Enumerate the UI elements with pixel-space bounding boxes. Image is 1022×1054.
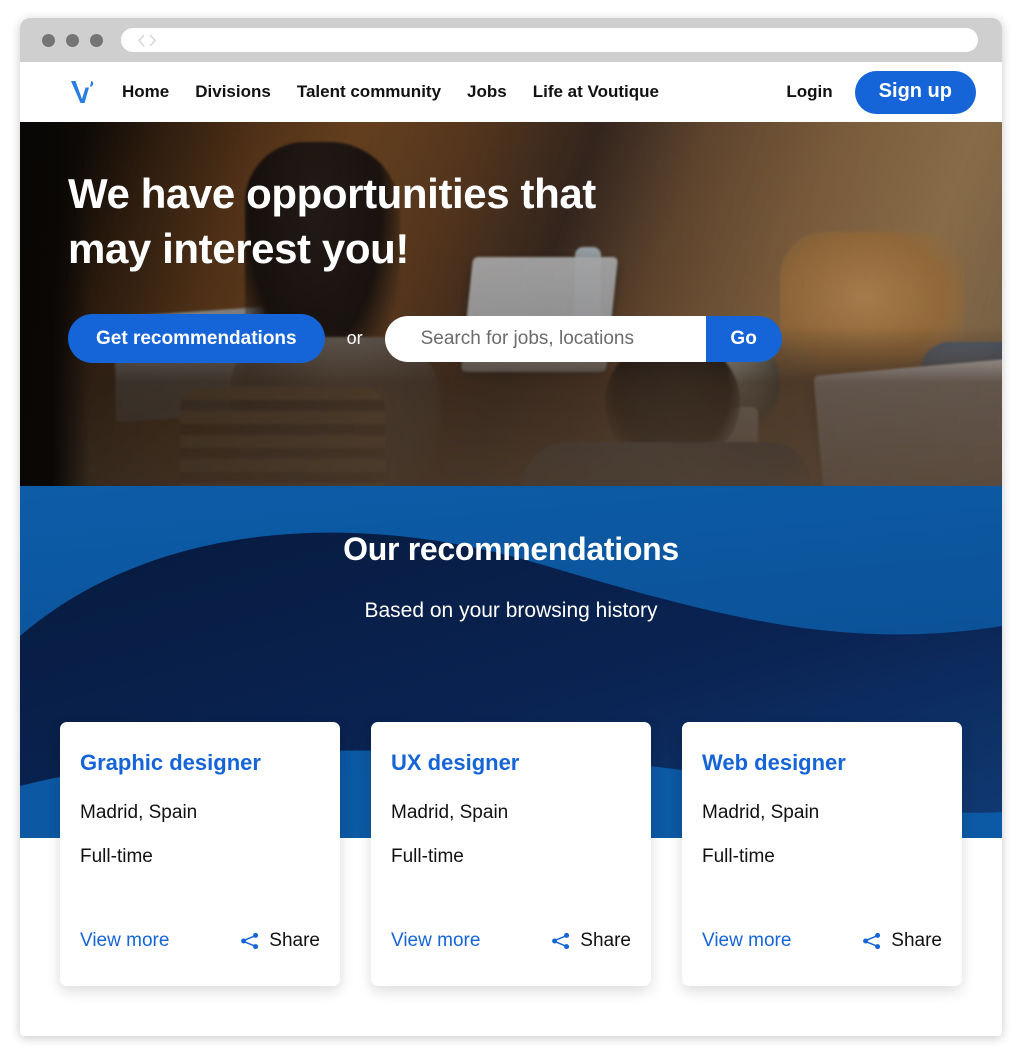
view-more-link[interactable]: View more (702, 930, 791, 952)
job-search-input[interactable] (384, 315, 706, 362)
or-separator-label: or (346, 328, 363, 348)
close-window-button[interactable] (42, 33, 55, 47)
recommendations-subtitle: Based on your browsing history (364, 599, 658, 622)
job-card[interactable]: Web designer Madrid, Spain Full-time Vie… (682, 722, 962, 986)
job-card-actions: View more Share (702, 930, 942, 952)
job-card[interactable]: UX designer Madrid, Spain Full-time View… (371, 722, 651, 986)
view-more-link[interactable]: View more (80, 930, 169, 952)
share-button[interactable]: Share (862, 930, 942, 952)
share-button[interactable]: Share (551, 930, 631, 952)
browser-titlebar (20, 18, 1002, 62)
job-cards-list: Graphic designer Madrid, Spain Full-time… (20, 722, 1002, 1022)
share-icon (241, 932, 259, 950)
share-button[interactable]: Share (240, 930, 320, 952)
maximize-window-button[interactable] (90, 33, 103, 47)
search-go-button[interactable]: Go (705, 315, 782, 362)
nav-links: Home Divisions Talent community Jobs Lif… (122, 82, 659, 102)
minimize-window-button[interactable] (66, 33, 79, 47)
job-employment-type: Full-time (391, 846, 464, 867)
hero-cta-row: Get recommendations or Go (68, 314, 1002, 363)
chevron-right-icon (149, 34, 156, 46)
share-icon (552, 932, 570, 950)
hero-title-line-1: We have opportunities that (68, 170, 596, 217)
job-card[interactable]: Graphic designer Madrid, Spain Full-time… (60, 722, 340, 986)
share-label: Share (269, 930, 320, 951)
nav-item-home[interactable]: Home (122, 82, 169, 102)
get-recommendations-button[interactable]: Get recommendations (68, 314, 325, 363)
nav-item-life-at-voutique[interactable]: Life at Voutique (533, 82, 659, 102)
url-bar[interactable] (121, 28, 978, 52)
job-card-actions: View more Share (391, 930, 631, 952)
job-title-link[interactable]: UX designer (391, 750, 631, 776)
job-location: Madrid, Spain (391, 802, 509, 823)
share-label: Share (891, 930, 942, 951)
nav-right-actions: Login Sign up (786, 70, 976, 114)
nav-item-divisions[interactable]: Divisions (195, 82, 271, 102)
nav-item-talent-community[interactable]: Talent community (297, 82, 441, 102)
view-more-link[interactable]: View more (391, 930, 480, 952)
nav-item-jobs[interactable]: Jobs (467, 82, 507, 102)
job-card-actions: View more Share (80, 930, 320, 952)
site-navbar: Home Divisions Talent community Jobs Lif… (20, 62, 1002, 122)
signup-button[interactable]: Sign up (854, 70, 976, 114)
job-title-link[interactable]: Web designer (702, 750, 942, 776)
job-location: Madrid, Spain (702, 802, 820, 823)
hero-title-line-2: may interest you! (68, 225, 409, 273)
job-employment-type: Full-time (80, 846, 153, 867)
hero-content: We have opportunities that may interest … (68, 166, 1002, 277)
share-label: Share (580, 930, 631, 951)
browser-nav-arrows[interactable] (137, 34, 157, 47)
hero-title: We have opportunities that may interest … (68, 166, 708, 277)
job-title-link[interactable]: Graphic designer (80, 750, 320, 776)
window-controls (42, 33, 103, 47)
voutique-logo-icon[interactable] (68, 76, 100, 108)
login-link[interactable]: Login (786, 82, 832, 102)
recommendations-title: Our recommendations (343, 531, 679, 567)
share-icon (863, 932, 881, 950)
browser-window: Home Divisions Talent community Jobs Lif… (20, 18, 1002, 1036)
hero-section: We have opportunities that may interest … (20, 122, 1002, 486)
job-location: Madrid, Spain (80, 802, 198, 823)
job-search-group: Go (384, 315, 782, 362)
chevron-left-icon (138, 34, 145, 46)
job-employment-type: Full-time (702, 846, 775, 867)
recommendations-heading-block: Our recommendations Based on your browsi… (20, 486, 1002, 623)
site-body: Home Divisions Talent community Jobs Lif… (20, 62, 1002, 986)
